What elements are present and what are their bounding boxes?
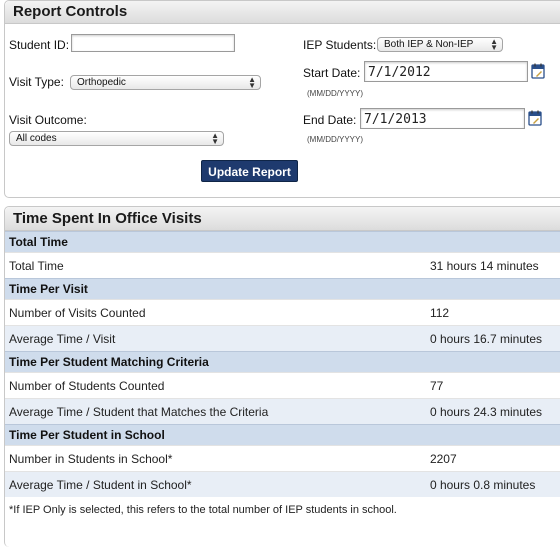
row-label: Average Time / Student in School* (5, 471, 430, 497)
select-arrows-icon: ▲ ▼ (248, 75, 256, 90)
end-date-format-hint: (MM/DD/YYYY) (307, 135, 363, 144)
row-value: 31 hours 14 minutes (429, 252, 560, 279)
row-value: 0 hours 0.8 minutes (429, 471, 560, 497)
row-value: 0 hours 16.7 minutes (429, 325, 560, 352)
row-value: 2207 (429, 445, 560, 472)
visit-type-label: Visit Type: (9, 75, 64, 89)
time-spent-panel: Time Spent In Office Visits Total Time To… (4, 206, 560, 547)
row-label: Number of Visits Counted (5, 299, 430, 326)
iep-students-label: IEP Students: (303, 38, 377, 52)
row-label: Total Time (5, 252, 430, 279)
footnote: *If IEP Only is selected, this refers to… (9, 504, 397, 516)
table-row: Number in Students in School* 2207 (5, 445, 560, 472)
section-header: Time Per Visit (5, 278, 560, 300)
iep-students-value: Both IEP & Non-IEP (384, 39, 474, 50)
row-label: Number of Students Counted (5, 372, 430, 399)
row-label: Average Time / Visit (5, 325, 430, 352)
row-label: Number in Students in School* (5, 445, 430, 472)
section-heading: Time Per Visit (5, 278, 560, 300)
end-date-input[interactable]: 7/1/2013 (360, 108, 525, 129)
row-value: 0 hours 24.3 minutes (429, 398, 560, 425)
update-report-button[interactable]: Update Report (201, 160, 298, 182)
select-arrows-icon: ▲ ▼ (211, 131, 219, 146)
table-row: Number of Visits Counted 112 (5, 299, 560, 326)
table-row: Average Time / Student that Matches the … (5, 398, 560, 425)
table-row: Total Time 31 hours 14 minutes (5, 252, 560, 279)
start-date-label: Start Date: (303, 66, 361, 80)
row-value: 77 (429, 372, 560, 399)
student-id-input[interactable] (71, 34, 235, 52)
end-date-label: End Date: (303, 113, 357, 127)
table-row: Average Time / Student in School* 0 hours… (5, 471, 560, 497)
select-arrows-icon: ▲ ▼ (490, 37, 498, 52)
start-date-input[interactable]: 7/1/2012 (364, 61, 528, 82)
calendar-icon[interactable] (528, 110, 543, 126)
visit-outcome-select[interactable]: All codes ▲ ▼ (9, 131, 224, 146)
row-value: 112 (429, 299, 560, 326)
iep-students-select[interactable]: Both IEP & Non-IEP ▲ ▼ (377, 37, 503, 52)
section-header: Time Per Student Matching Criteria (5, 351, 560, 373)
start-date-format-hint: (MM/DD/YYYY) (307, 89, 363, 98)
visit-type-select[interactable]: Orthopedic ▲ ▼ (70, 75, 261, 90)
calendar-icon[interactable] (531, 63, 546, 79)
time-spent-table: Total Time Total Time 31 hours 14 minutes T… (5, 231, 560, 497)
visit-outcome-value: All codes (16, 133, 57, 144)
section-heading: Total Time (5, 231, 560, 253)
student-id-label: Student ID: (9, 38, 70, 52)
visit-outcome-label: Visit Outcome: (9, 113, 87, 127)
table-row: Number of Students Counted 77 (5, 372, 560, 399)
report-controls-panel: Report Controls Student ID: Visit Type: … (4, 0, 560, 198)
section-heading: Time Per Student Matching Criteria (5, 351, 560, 373)
section-header: Time Per Student in School (5, 424, 560, 446)
section-heading: Time Per Student in School (5, 424, 560, 446)
row-label: Average Time / Student that Matches the … (5, 398, 430, 425)
visit-type-value: Orthopedic (77, 77, 126, 88)
section-header: Total Time (5, 231, 560, 253)
time-spent-title: Time Spent In Office Visits (5, 207, 560, 231)
table-row: Average Time / Visit 0 hours 16.7 minutes (5, 325, 560, 352)
report-controls-title: Report Controls (5, 1, 560, 24)
